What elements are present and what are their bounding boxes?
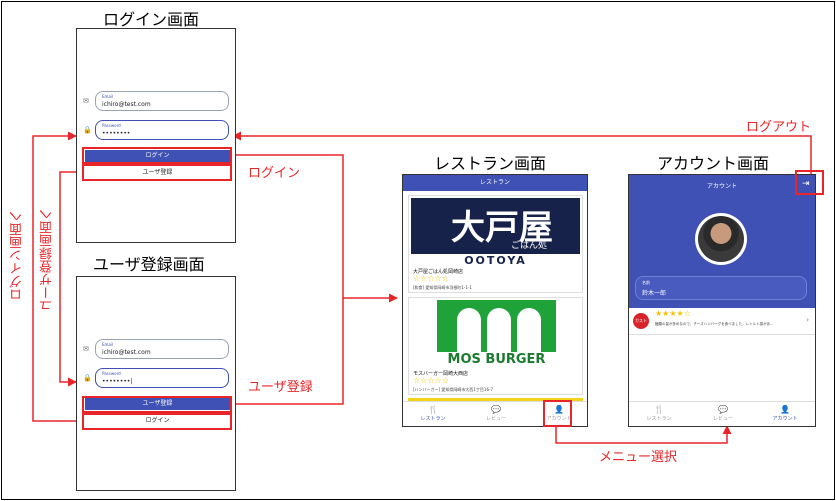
restaurant-appbar-title: レストラン xyxy=(403,175,587,191)
name-field[interactable]: 名前 鈴木一郎 xyxy=(635,276,807,300)
review-icon: 💬 xyxy=(491,405,501,414)
arrow-menu-select xyxy=(555,425,732,444)
nav-account[interactable]: 👤 アカウント xyxy=(765,405,805,422)
mos-logo-text: MOS BURGER xyxy=(447,352,546,367)
nav-review[interactable]: 💬 レビュー xyxy=(476,405,516,422)
ootoya-logo: 大戸屋 ごはん処 OOTOYA xyxy=(411,198,580,266)
ootoya-logo-sub: ごはん処 xyxy=(511,241,548,251)
review-text: 麺類の量が多めなので、チーズハンバーグを食べました。レトルト感があ... xyxy=(655,322,774,326)
password-value: •••••••• xyxy=(102,130,131,137)
label-logout: ログアウト xyxy=(746,120,812,135)
avatar xyxy=(695,213,747,265)
name-label: 名前 xyxy=(642,280,650,285)
mail-icon: ✉ xyxy=(83,345,89,353)
register-email-value: ichiro@test.com xyxy=(102,349,151,356)
gusto-logo: ガスト xyxy=(633,313,649,329)
mos-logo: MOS BURGER xyxy=(429,300,564,368)
restaurant-icon: 🍴 xyxy=(428,405,438,414)
register-email-field[interactable]: Email ichiro@test.com xyxy=(95,339,229,359)
highlight-logout xyxy=(795,170,824,195)
register-screen: Email ichiro@test.com ✉ Password •••••••… xyxy=(76,276,236,491)
label-login: ログイン xyxy=(248,166,301,181)
lock-icon: 🔒 xyxy=(83,126,92,134)
mail-icon: ✉ xyxy=(83,97,89,105)
label-menu-select: メニュー選択 xyxy=(599,450,678,465)
restaurant-detail: [和食] 愛知県岡崎市羽根町1-1-1 xyxy=(413,285,472,290)
password-label: Password xyxy=(102,123,121,128)
restaurant-icon: 🍴 xyxy=(654,405,664,414)
title-restaurant-screen: レストラン画面 xyxy=(434,154,547,173)
mos-logo-arch-left xyxy=(457,308,481,352)
review-card[interactable]: ガスト ★★★★☆ 麺類の量が多めなので、チーズハンバーグを食べました。レトルト… xyxy=(629,308,815,335)
highlight-register-button xyxy=(82,396,232,413)
person-icon: 👤 xyxy=(780,405,790,414)
mos-logo-arch-right xyxy=(517,308,541,352)
login-screen: Email ichiro@test.com ✉ Password •••••••… xyxy=(76,28,236,243)
register-password-label: Password xyxy=(102,371,121,376)
register-password-field[interactable]: Password ••••••••| xyxy=(95,368,229,388)
label-to-register-screen: ユーザ登録画面へ xyxy=(40,208,55,312)
email-value: ichiro@test.com xyxy=(102,101,151,108)
highlight-register-link xyxy=(82,164,232,181)
restaurant-detail: [ハンバーガー] 愛知県岡崎市大西1丁目16-7 xyxy=(413,387,494,392)
label-register: ユーザ登録 xyxy=(248,380,313,395)
label-to-login-screen: ログイン画面へ xyxy=(10,210,25,301)
chevron-right-icon[interactable]: › xyxy=(806,316,809,324)
review-icon: 💬 xyxy=(718,405,728,414)
account-appbar-title: アカウント xyxy=(706,183,737,190)
restaurant-card-mos[interactable]: MOS BURGER モスバーガー岡崎大西店 ☆☆☆☆☆ [ハンバーガー] 愛知… xyxy=(408,297,583,395)
title-register-screen: ユーザ登録画面 xyxy=(93,255,205,274)
highlight-login-link xyxy=(82,413,232,430)
account-screen: アカウント ⇥ 名前 鈴木一郎 ガスト ★★★★☆ 麺類の量が多めなので、チーズ… xyxy=(628,174,816,427)
mos-logo-arch-mid xyxy=(487,308,511,352)
password-field[interactable]: Password •••••••• xyxy=(95,120,229,140)
nav-review[interactable]: 💬 レビュー xyxy=(703,405,743,422)
account-bottom-nav: 🍴 レストラン 💬 レビュー 👤 アカウント xyxy=(629,401,815,426)
avatar-photo xyxy=(698,216,744,262)
title-account-screen: アカウント画面 xyxy=(657,154,770,173)
email-field[interactable]: Email ichiro@test.com xyxy=(95,91,229,111)
register-password-value: ••••••••| xyxy=(102,378,133,385)
email-label: Email xyxy=(102,94,114,99)
restaurant-card-ootoya[interactable]: 大戸屋 ごはん処 OOTOYA 大戸屋ごはん処岡崎店 ☆☆☆☆☆ [和食] 愛知… xyxy=(408,195,583,293)
lock-icon: 🔒 xyxy=(83,374,92,382)
rating-stars: ☆☆☆☆☆ xyxy=(413,274,449,283)
restaurant-screen: レストラン 大戸屋 ごはん処 OOTOYA 大戸屋ごはん処岡崎店 ☆☆☆☆☆ [… xyxy=(402,174,588,427)
review-stars: ★★★★☆ xyxy=(655,309,691,318)
highlight-login-button xyxy=(82,147,232,164)
highlight-nav-account xyxy=(543,400,572,427)
rating-stars: ☆☆☆☆☆ xyxy=(413,376,449,385)
title-login-screen: ログイン画面 xyxy=(103,10,200,29)
nav-restaurant[interactable]: 🍴 レストラン xyxy=(639,405,679,422)
name-value: 鈴木一郎 xyxy=(642,290,667,297)
ootoya-logo-band: OOTOYA xyxy=(411,254,580,266)
register-email-label: Email xyxy=(102,342,114,347)
nav-restaurant[interactable]: 🍴 レストラン xyxy=(413,405,453,422)
